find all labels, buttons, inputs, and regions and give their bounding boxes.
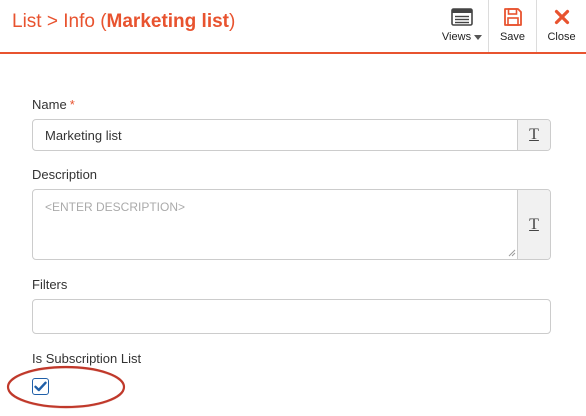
name-input-value: Marketing list — [45, 128, 122, 143]
subscription-checkbox[interactable] — [32, 378, 49, 395]
page-title: List > Info (Marketing list) — [12, 11, 236, 32]
filters-input[interactable] — [32, 299, 551, 334]
required-marker: * — [69, 97, 75, 112]
toolbar: Views Save Close — [436, 0, 586, 52]
close-label: Close — [547, 31, 576, 43]
save-label: Save — [499, 31, 526, 43]
name-text-format-button[interactable]: T — [517, 120, 550, 150]
views-label: Views — [441, 31, 472, 43]
highlight-ellipse — [6, 365, 126, 409]
description-textarea[interactable]: <ENTER DESCRIPTION> T — [32, 189, 551, 260]
save-button[interactable]: Save — [488, 0, 536, 52]
name-input[interactable]: Marketing list T — [32, 119, 551, 151]
text-format-icon: T — [529, 126, 539, 143]
filters-field-label: Filters — [32, 277, 68, 292]
description-placeholder: <ENTER DESCRIPTION> — [45, 200, 186, 214]
name-field-label: Name * — [32, 97, 75, 112]
chevron-down-icon — [474, 34, 483, 40]
close-icon — [554, 6, 570, 28]
close-button[interactable]: Close — [536, 0, 586, 52]
list-name-title: Marketing list — [106, 11, 230, 32]
views-button[interactable]: Views — [436, 0, 488, 52]
check-icon — [34, 381, 47, 392]
resize-handle-icon[interactable] — [508, 249, 516, 257]
views-icon — [451, 6, 473, 28]
description-field-label: Description — [32, 167, 98, 182]
text-format-icon: T — [529, 215, 539, 233]
page-header: List > Info (Marketing list) Views Save … — [0, 0, 586, 54]
floppy-disk-icon — [503, 6, 523, 28]
description-text-format-button[interactable]: T — [517, 190, 550, 259]
